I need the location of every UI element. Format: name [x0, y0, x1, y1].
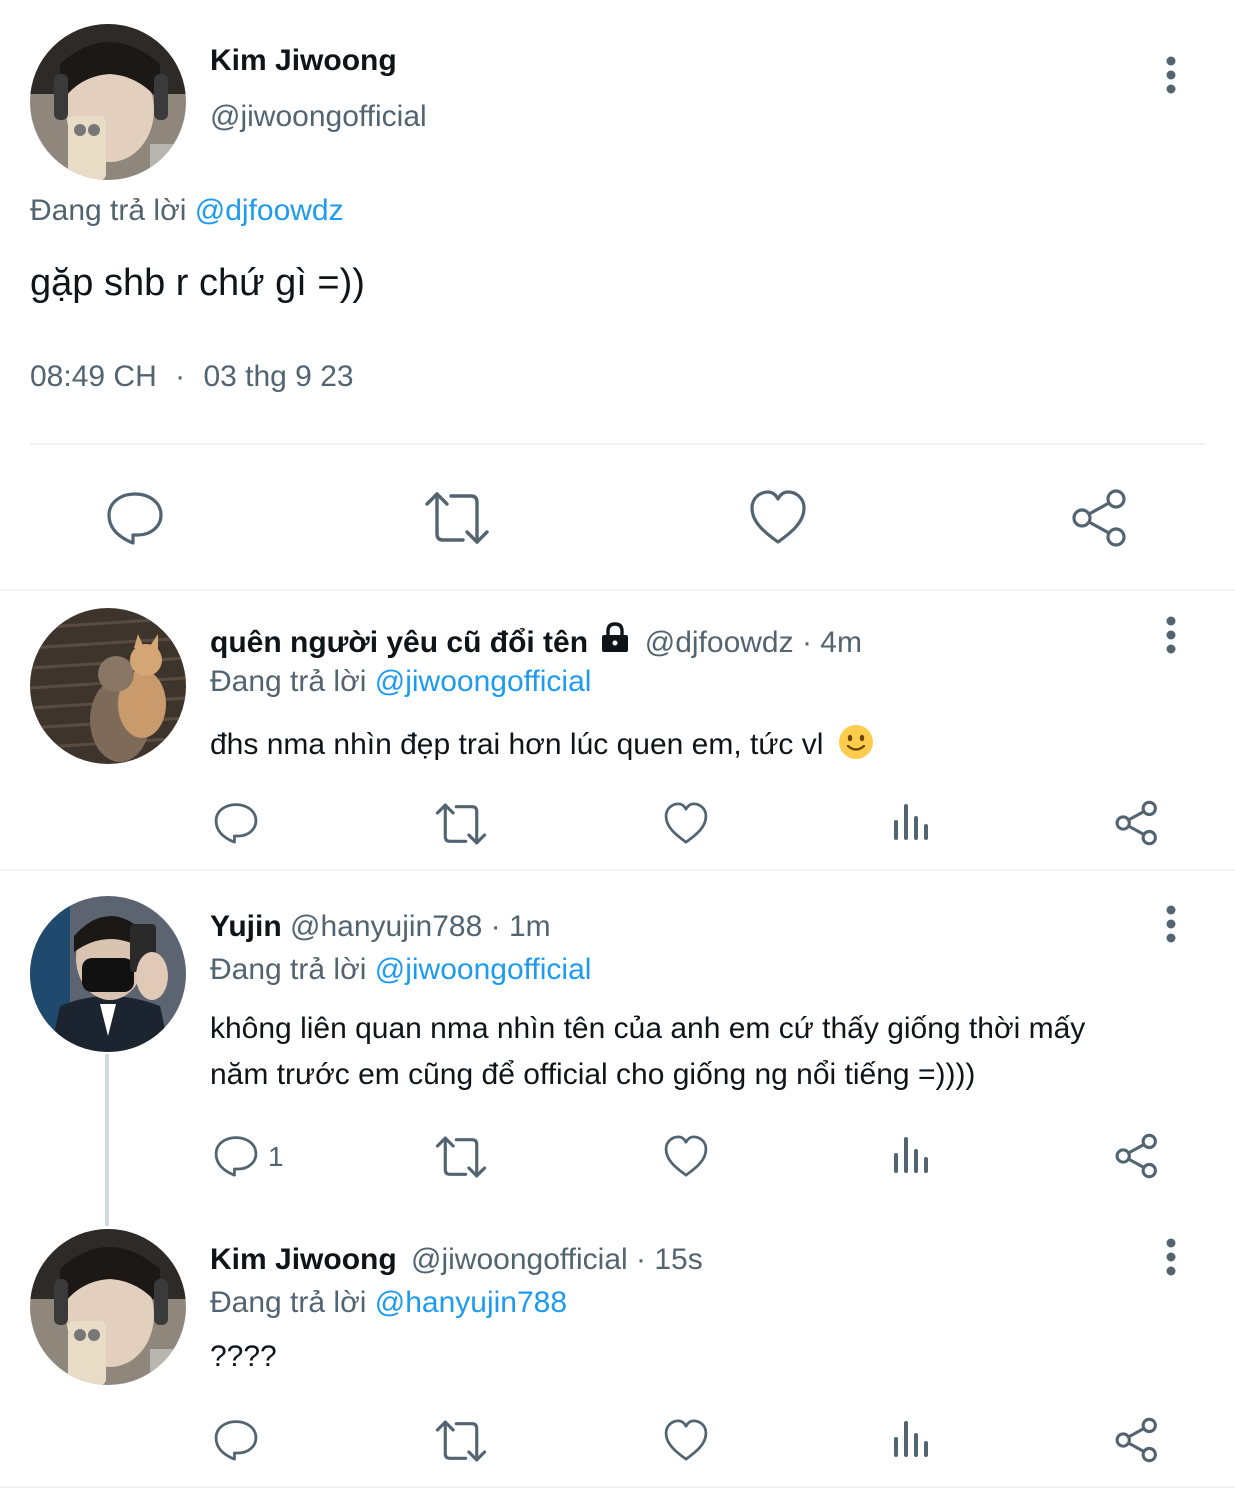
- replying-to-line: Đang trả lời @jiwoongofficial: [210, 665, 591, 699]
- reply-age[interactable]: · 4m: [802, 626, 862, 659]
- reply-header: Yujin @hanyujin788 · 1m: [210, 910, 551, 944]
- reply-age[interactable]: · 15s: [636, 1243, 703, 1276]
- retweet-icon[interactable]: [434, 1135, 488, 1179]
- tweet-date: 03 thg 9 23: [203, 360, 354, 393]
- divider: [0, 589, 1235, 591]
- reply-text-line-1: không liên quan nma nhìn tên của anh em …: [210, 1012, 1086, 1045]
- retweet-icon[interactable]: [434, 1419, 488, 1463]
- replying-to-line: Đang trả lời @djfoowdz: [30, 194, 344, 228]
- retweet-icon[interactable]: [423, 490, 491, 546]
- reply-icon[interactable]: [213, 1417, 259, 1463]
- reply-display-name[interactable]: quên người yêu cũ đổi tên: [210, 626, 588, 659]
- main-timestamp: 08:49 CH · 03 thg 9 23: [30, 360, 354, 394]
- reply-display-name[interactable]: Yujin: [210, 910, 282, 943]
- reply-age[interactable]: · 1m: [491, 910, 551, 943]
- more-options-icon[interactable]: [1160, 1238, 1182, 1278]
- more-options-icon[interactable]: [1160, 56, 1182, 96]
- divider: [30, 443, 1205, 445]
- replying-prefix: Đang trả lời: [210, 1286, 367, 1319]
- replying-to-line: Đang trả lời @jiwoongofficial: [210, 953, 591, 987]
- reply-text: ????: [210, 1340, 277, 1373]
- like-icon[interactable]: [663, 1417, 709, 1463]
- replying-to-line: Đang trả lời @hanyujin788: [210, 1286, 567, 1320]
- main-handle[interactable]: @jiwoongofficial: [210, 100, 427, 134]
- reply-text-line-2: năm trước em cũng để official cho giống …: [210, 1058, 976, 1091]
- more-options-icon[interactable]: [1160, 905, 1182, 945]
- replying-to-link[interactable]: @jiwoongofficial: [375, 665, 592, 698]
- views-icon[interactable]: [891, 1419, 931, 1459]
- share-icon[interactable]: [1114, 800, 1160, 846]
- avatar-reply-hanyujin788[interactable]: [30, 896, 186, 1052]
- slightly-smiling-face-icon: [838, 724, 874, 760]
- replying-prefix: Đang trả lời: [210, 665, 367, 698]
- reply-display-name[interactable]: Kim Jiwoong: [210, 1243, 397, 1276]
- thread-line: [105, 1054, 109, 1226]
- replying-to-link[interactable]: @hanyujin788: [375, 1286, 567, 1319]
- tweet-time: 08:49 CH: [30, 360, 157, 393]
- share-icon[interactable]: [1114, 1133, 1160, 1179]
- like-icon[interactable]: [748, 488, 808, 546]
- replying-to-link[interactable]: @djfoowdz: [195, 194, 344, 227]
- reply-text-body: đhs nma nhìn đẹp trai hơn lúc quen em, t…: [210, 728, 824, 761]
- divider: [0, 869, 1235, 871]
- like-icon[interactable]: [663, 1133, 709, 1179]
- timestamp-separator: ·: [175, 360, 186, 393]
- reply-header: quên người yêu cũ đổi tên @djfoowdz · 4m: [210, 622, 862, 660]
- reply-handle[interactable]: @hanyujin788: [290, 910, 482, 943]
- share-icon[interactable]: [1114, 1417, 1160, 1463]
- replying-prefix: Đang trả lời: [210, 953, 367, 986]
- divider: [0, 1486, 1235, 1488]
- reply-handle[interactable]: @jiwoongofficial: [411, 1243, 628, 1276]
- reply-count: 1: [268, 1141, 284, 1172]
- reply-icon[interactable]: [213, 1133, 259, 1179]
- views-icon[interactable]: [891, 802, 931, 842]
- more-options-icon[interactable]: [1160, 616, 1182, 656]
- like-icon[interactable]: [663, 800, 709, 846]
- replying-to-link[interactable]: @jiwoongofficial: [375, 953, 592, 986]
- reply-text: đhs nma nhìn đẹp trai hơn lúc quen em, t…: [210, 724, 874, 762]
- reply-icon[interactable]: [105, 488, 165, 548]
- reply-header: Kim Jiwoong @jiwoongofficial · 15s: [210, 1243, 703, 1277]
- replying-prefix: Đang trả lời: [30, 194, 187, 227]
- avatar-reply-djfoowdz[interactable]: [30, 608, 186, 764]
- lock-icon: [600, 622, 630, 654]
- reply-handle[interactable]: @djfoowdz: [645, 626, 794, 659]
- main-display-name[interactable]: Kim Jiwoong: [210, 44, 397, 78]
- main-tweet-text: gặp shb r chứ gì =)): [30, 262, 365, 304]
- views-icon[interactable]: [891, 1135, 931, 1175]
- share-icon[interactable]: [1070, 488, 1130, 548]
- retweet-icon[interactable]: [434, 802, 488, 846]
- reply-icon[interactable]: [213, 800, 259, 846]
- avatar-main[interactable]: [30, 24, 186, 180]
- avatar-reply-jiwoongofficial[interactable]: [30, 1229, 186, 1385]
